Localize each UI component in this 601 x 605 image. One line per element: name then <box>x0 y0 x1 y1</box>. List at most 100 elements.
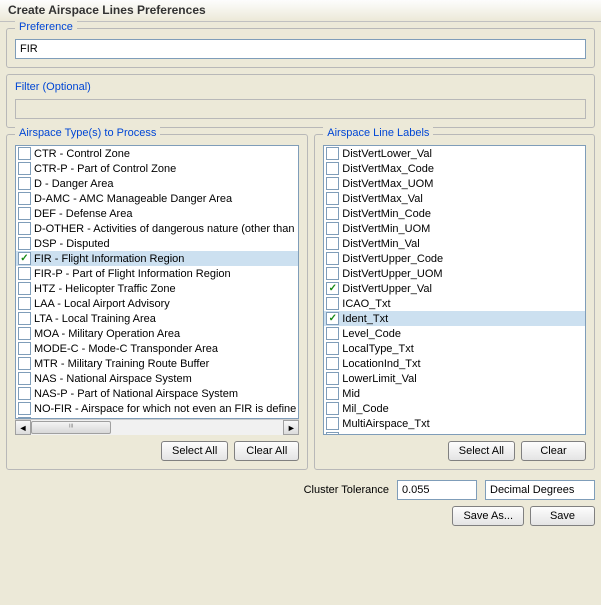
checkbox[interactable] <box>18 297 31 310</box>
list-item[interactable]: NAS-P - Part of National Airspace System <box>16 386 298 401</box>
list-item[interactable]: DSP - Disputed <box>16 236 298 251</box>
list-item-label: DistVertMin_UOM <box>342 223 430 235</box>
list-item[interactable]: Name_Txt <box>324 431 585 435</box>
checkbox[interactable] <box>326 372 339 385</box>
list-item[interactable]: NAS - National Airspace System <box>16 371 298 386</box>
list-item-label: Mid <box>342 388 360 400</box>
list-item[interactable]: DistVertUpper_Code <box>324 251 585 266</box>
list-item[interactable]: Mid <box>324 386 585 401</box>
list-item[interactable]: MultiAirspace_Txt <box>324 416 585 431</box>
list-item[interactable]: Mil_Code <box>324 401 585 416</box>
checkbox[interactable] <box>18 387 31 400</box>
list-item-label: LocalType_Txt <box>342 343 414 355</box>
types-clear-all-button[interactable]: Clear All <box>234 441 299 461</box>
checkbox[interactable] <box>326 312 339 325</box>
list-item[interactable]: ICAO_Txt <box>324 296 585 311</box>
list-item[interactable]: D-OTHER - Activities of dangerous nature… <box>16 221 298 236</box>
checkbox[interactable] <box>18 207 31 220</box>
checkbox[interactable] <box>326 192 339 205</box>
checkbox[interactable] <box>326 417 339 430</box>
cluster-tolerance-unit[interactable] <box>485 480 595 500</box>
scroll-thumb[interactable] <box>31 421 111 434</box>
checkbox[interactable] <box>326 252 339 265</box>
labels-select-all-button[interactable]: Select All <box>448 441 515 461</box>
checkbox[interactable] <box>326 342 339 355</box>
list-item[interactable]: DEF - Defense Area <box>16 206 298 221</box>
list-item[interactable]: Ident_Txt <box>324 311 585 326</box>
types-select-all-button[interactable]: Select All <box>161 441 228 461</box>
checkbox[interactable] <box>18 147 31 160</box>
list-item[interactable]: CTR - Control Zone <box>16 146 298 161</box>
checkbox[interactable] <box>326 297 339 310</box>
checkbox[interactable] <box>18 282 31 295</box>
checkbox[interactable] <box>18 372 31 385</box>
checkbox[interactable] <box>326 177 339 190</box>
list-item[interactable]: DistVertMax_Val <box>324 191 585 206</box>
checkbox[interactable] <box>326 222 339 235</box>
checkbox[interactable] <box>18 342 31 355</box>
list-item[interactable]: FIR - Flight Information Region <box>16 251 298 266</box>
list-item[interactable]: D - Danger Area <box>16 176 298 191</box>
list-item[interactable]: NO-FIR - Airspace for which not even an … <box>16 401 298 416</box>
checkbox[interactable] <box>326 282 339 295</box>
filter-input[interactable] <box>15 99 586 119</box>
checkbox[interactable] <box>18 222 31 235</box>
list-item[interactable]: DistVertMin_UOM <box>324 221 585 236</box>
checkbox[interactable] <box>18 417 31 419</box>
checkbox[interactable] <box>326 432 339 435</box>
checkbox[interactable] <box>18 177 31 190</box>
list-item[interactable]: MTR - Military Training Route Buffer <box>16 356 298 371</box>
save-as-button[interactable]: Save As... <box>452 506 524 526</box>
list-item[interactable]: FIR-P - Part of Flight Information Regio… <box>16 266 298 281</box>
checkbox[interactable] <box>18 312 31 325</box>
list-item[interactable]: MOA - Military Operation Area <box>16 326 298 341</box>
list-item[interactable]: MODE-C - Mode-C Transponder Area <box>16 341 298 356</box>
checkbox[interactable] <box>326 237 339 250</box>
list-item-label: LTA - Local Training Area <box>34 313 156 325</box>
checkbox[interactable] <box>326 147 339 160</box>
list-item[interactable]: Level_Code <box>324 326 585 341</box>
list-item[interactable]: CTR-P - Part of Control Zone <box>16 161 298 176</box>
checkbox[interactable] <box>18 357 31 370</box>
list-item[interactable]: DistVertUpper_UOM <box>324 266 585 281</box>
list-item[interactable]: HTZ - Helicopter Traffic Zone <box>16 281 298 296</box>
scroll-right-arrow[interactable]: ► <box>283 420 299 435</box>
list-item-label: Ident_Txt <box>342 313 388 325</box>
list-item[interactable]: DistVertUpper_Val <box>324 281 585 296</box>
checkbox[interactable] <box>326 357 339 370</box>
list-item[interactable]: LocalType_Txt <box>324 341 585 356</box>
list-item[interactable]: DistVertMin_Code <box>324 206 585 221</box>
checkbox[interactable] <box>326 402 339 415</box>
list-item[interactable]: DistVertLower_Val <box>324 146 585 161</box>
list-item-label: DistVertLower_Val <box>342 148 432 160</box>
checkbox[interactable] <box>18 237 31 250</box>
checkbox[interactable] <box>18 162 31 175</box>
list-item[interactable]: DistVertMin_Val <box>324 236 585 251</box>
list-item[interactable]: DistVertMax_Code <box>324 161 585 176</box>
labels-listbox[interactable]: DistVertLower_ValDistVertMax_CodeDistVer… <box>323 145 586 435</box>
list-item[interactable]: D-AMC - AMC Manageable Danger Area <box>16 191 298 206</box>
save-button[interactable]: Save <box>530 506 595 526</box>
list-item[interactable]: NSA - National Security Area <box>16 416 298 419</box>
types-listbox[interactable]: CTR - Control ZoneCTR-P - Part of Contro… <box>15 145 299 419</box>
checkbox[interactable] <box>326 267 339 280</box>
checkbox[interactable] <box>18 252 31 265</box>
labels-clear-button[interactable]: Clear <box>521 441 586 461</box>
checkbox[interactable] <box>326 207 339 220</box>
list-item[interactable]: DistVertMax_UOM <box>324 176 585 191</box>
scroll-left-arrow[interactable]: ◄ <box>15 420 31 435</box>
preference-input[interactable] <box>15 39 586 59</box>
list-item[interactable]: LTA - Local Training Area <box>16 311 298 326</box>
checkbox[interactable] <box>18 267 31 280</box>
checkbox[interactable] <box>18 402 31 415</box>
cluster-tolerance-input[interactable] <box>397 480 477 500</box>
checkbox[interactable] <box>326 387 339 400</box>
checkbox[interactable] <box>18 192 31 205</box>
list-item[interactable]: LocationInd_Txt <box>324 356 585 371</box>
list-item[interactable]: LAA - Local Airport Advisory <box>16 296 298 311</box>
checkbox[interactable] <box>326 162 339 175</box>
checkbox[interactable] <box>326 327 339 340</box>
types-hscrollbar[interactable]: ◄ ► <box>15 419 299 435</box>
checkbox[interactable] <box>18 327 31 340</box>
list-item[interactable]: LowerLimit_Val <box>324 371 585 386</box>
